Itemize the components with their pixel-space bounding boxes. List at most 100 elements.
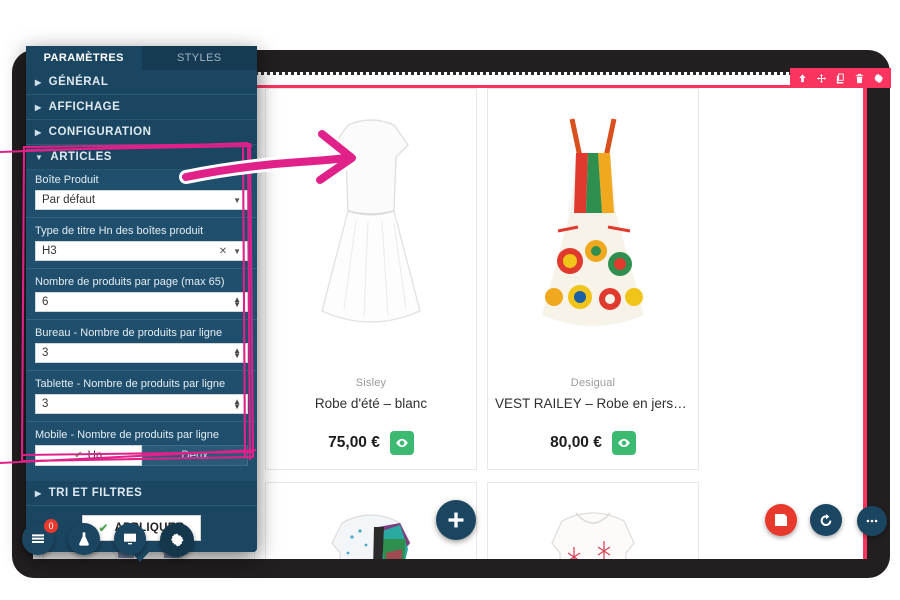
tab-styles[interactable]: STYLES bbox=[141, 46, 257, 70]
accordion-configuration[interactable]: ▶ CONFIGURATION bbox=[26, 120, 257, 145]
delete-button[interactable] bbox=[851, 69, 868, 87]
history-button[interactable] bbox=[810, 504, 842, 536]
product-price: 80,00 € bbox=[550, 434, 602, 451]
trash-icon bbox=[855, 73, 864, 83]
input-value: 6 bbox=[42, 296, 49, 308]
product-card[interactable]: Sisley Robe d'été – blanc 75,00 € bbox=[265, 88, 477, 470]
clear-icon[interactable]: ✕ bbox=[219, 246, 227, 257]
stepper-icon[interactable]: ▲ ▼ bbox=[233, 296, 241, 309]
chevron-right-icon: ▶ bbox=[35, 102, 42, 112]
dress-red-pattern-icon bbox=[551, 512, 635, 559]
chevron-right-icon: ▶ bbox=[35, 127, 42, 137]
duplicate-button[interactable] bbox=[832, 69, 849, 87]
dress-multicolor-icon bbox=[331, 514, 411, 559]
eye-icon bbox=[396, 438, 408, 448]
product-title: Robe d'été – blanc bbox=[314, 396, 428, 411]
divider bbox=[26, 370, 257, 371]
experiments-button[interactable] bbox=[68, 523, 100, 555]
field-produits-par-page: Nombre de produits par page (max 65) 6 ▲… bbox=[35, 276, 248, 312]
input-value: 3 bbox=[42, 347, 49, 359]
settings-panel[interactable]: PARAMÈTRES STYLES ▶ GÉNÉRAL ▶ AFFICHAGE … bbox=[26, 46, 257, 562]
accordion-articles[interactable]: ▼ ARTICLES bbox=[26, 145, 257, 170]
stepper-icon[interactable]: ▲ ▼ bbox=[233, 398, 241, 411]
undo-icon bbox=[820, 514, 832, 526]
gear-icon bbox=[874, 73, 884, 83]
drag-button[interactable] bbox=[813, 69, 830, 87]
segment-option-un[interactable]: ✔ Un bbox=[35, 445, 142, 466]
flask-icon bbox=[79, 532, 89, 546]
accordion-label: TRI ET FILTRES bbox=[48, 487, 143, 499]
accordion-label: AFFICHAGE bbox=[48, 101, 121, 113]
input-value: 3 bbox=[42, 398, 49, 410]
panel-tabs: PARAMÈTRES STYLES bbox=[26, 46, 257, 70]
field-mobile-par-ligne: Mobile - Nombre de produits par ligne ✔ … bbox=[35, 429, 248, 466]
monitor-icon bbox=[124, 533, 136, 545]
articles-settings-body: Boîte Produit Par défaut ▼ Type de titre… bbox=[26, 170, 257, 481]
preview-button[interactable] bbox=[114, 523, 146, 555]
accordion-affichage[interactable]: ▶ AFFICHAGE bbox=[26, 95, 257, 120]
move-icon bbox=[816, 73, 827, 83]
add-element-button[interactable] bbox=[436, 500, 476, 540]
product-price-row: 80,00 € bbox=[550, 431, 636, 455]
element-toolbar[interactable] bbox=[790, 68, 891, 88]
move-up-button[interactable] bbox=[794, 69, 811, 87]
chevron-down-icon: ▼ bbox=[233, 195, 241, 205]
field-label: Bureau - Nombre de produits par ligne bbox=[35, 327, 223, 339]
divider bbox=[26, 319, 257, 320]
selection-right-border bbox=[863, 73, 867, 559]
settings-button[interactable] bbox=[870, 69, 887, 87]
product-image bbox=[274, 99, 468, 371]
floppy-icon bbox=[775, 514, 787, 526]
more-options-button[interactable] bbox=[857, 506, 887, 536]
product-image bbox=[496, 493, 690, 559]
segment-label: Deux bbox=[181, 449, 209, 462]
save-button[interactable] bbox=[765, 504, 797, 536]
editor-toolbar[interactable]: 0 bbox=[22, 519, 194, 557]
accordion-general[interactable]: ▶ GÉNÉRAL bbox=[26, 70, 257, 95]
product-price: 75,00 € bbox=[328, 434, 380, 451]
chevron-right-icon: ▶ bbox=[35, 77, 42, 87]
field-type-titre: Type de titre Hn des boîtes produit H3 ✕… bbox=[35, 225, 248, 261]
divider bbox=[26, 421, 257, 422]
produits-par-page-input[interactable]: 6 ▲ ▼ bbox=[35, 292, 248, 312]
quick-view-button[interactable] bbox=[389, 431, 414, 455]
plus-icon bbox=[448, 512, 464, 528]
gear-icon bbox=[171, 533, 184, 547]
segment-option-deux[interactable]: Deux bbox=[141, 445, 248, 466]
settings-button[interactable] bbox=[160, 523, 194, 557]
tablette-par-ligne-input[interactable]: 3 ▲ ▼ bbox=[35, 394, 248, 414]
layers-icon bbox=[32, 534, 44, 543]
product-price-row: 75,00 € bbox=[328, 431, 414, 455]
layers-button[interactable]: 0 bbox=[22, 519, 58, 555]
select-value: H3 bbox=[42, 245, 57, 257]
divider bbox=[26, 268, 257, 269]
arrow-up-icon bbox=[799, 73, 806, 82]
mobile-par-ligne-segmented[interactable]: ✔ Un Deux bbox=[35, 445, 248, 466]
product-card[interactable]: Desigual VEST RAILEY – Robe en jersey ..… bbox=[487, 88, 699, 470]
product-brand: Sisley bbox=[355, 377, 387, 389]
accordion-label: GÉNÉRAL bbox=[48, 76, 109, 88]
field-bureau-par-ligne: Bureau - Nombre de produits par ligne 3 … bbox=[35, 327, 248, 363]
screenshot-root: Even&Odd Robe d'été – noir 30,00 € bbox=[0, 0, 900, 600]
layers-badge: 0 bbox=[44, 519, 58, 533]
chevron-down-icon: ▼ bbox=[233, 246, 241, 256]
product-image bbox=[496, 99, 690, 371]
bureau-par-ligne-input[interactable]: 3 ▲ ▼ bbox=[35, 343, 248, 363]
accordion-tri-et-filtres[interactable]: ▶ TRI ET FILTRES bbox=[26, 481, 257, 506]
product-brand: Desigual bbox=[570, 377, 616, 389]
select-value: Par défaut bbox=[42, 194, 96, 206]
tab-parametres[interactable]: PARAMÈTRES bbox=[26, 46, 142, 70]
field-label: Mobile - Nombre de produits par ligne bbox=[35, 429, 220, 441]
chevron-right-icon: ▶ bbox=[35, 488, 42, 498]
dress-colorful-print-icon bbox=[542, 118, 644, 326]
check-icon: ✔ bbox=[74, 450, 83, 461]
type-titre-select[interactable]: H3 ✕ ▼ bbox=[35, 241, 248, 261]
product-card[interactable] bbox=[487, 482, 699, 559]
boite-produit-select[interactable]: Par défaut ▼ bbox=[35, 190, 248, 210]
stepper-icon[interactable]: ▲ ▼ bbox=[233, 347, 241, 360]
ellipsis-icon bbox=[866, 519, 878, 523]
field-label: Nombre de produits par page (max 65) bbox=[35, 276, 225, 288]
field-label: Type de titre Hn des boîtes produit bbox=[35, 225, 204, 237]
product-title: VEST RAILEY – Robe en jersey ... bbox=[495, 396, 691, 411]
quick-view-button[interactable] bbox=[611, 431, 636, 455]
